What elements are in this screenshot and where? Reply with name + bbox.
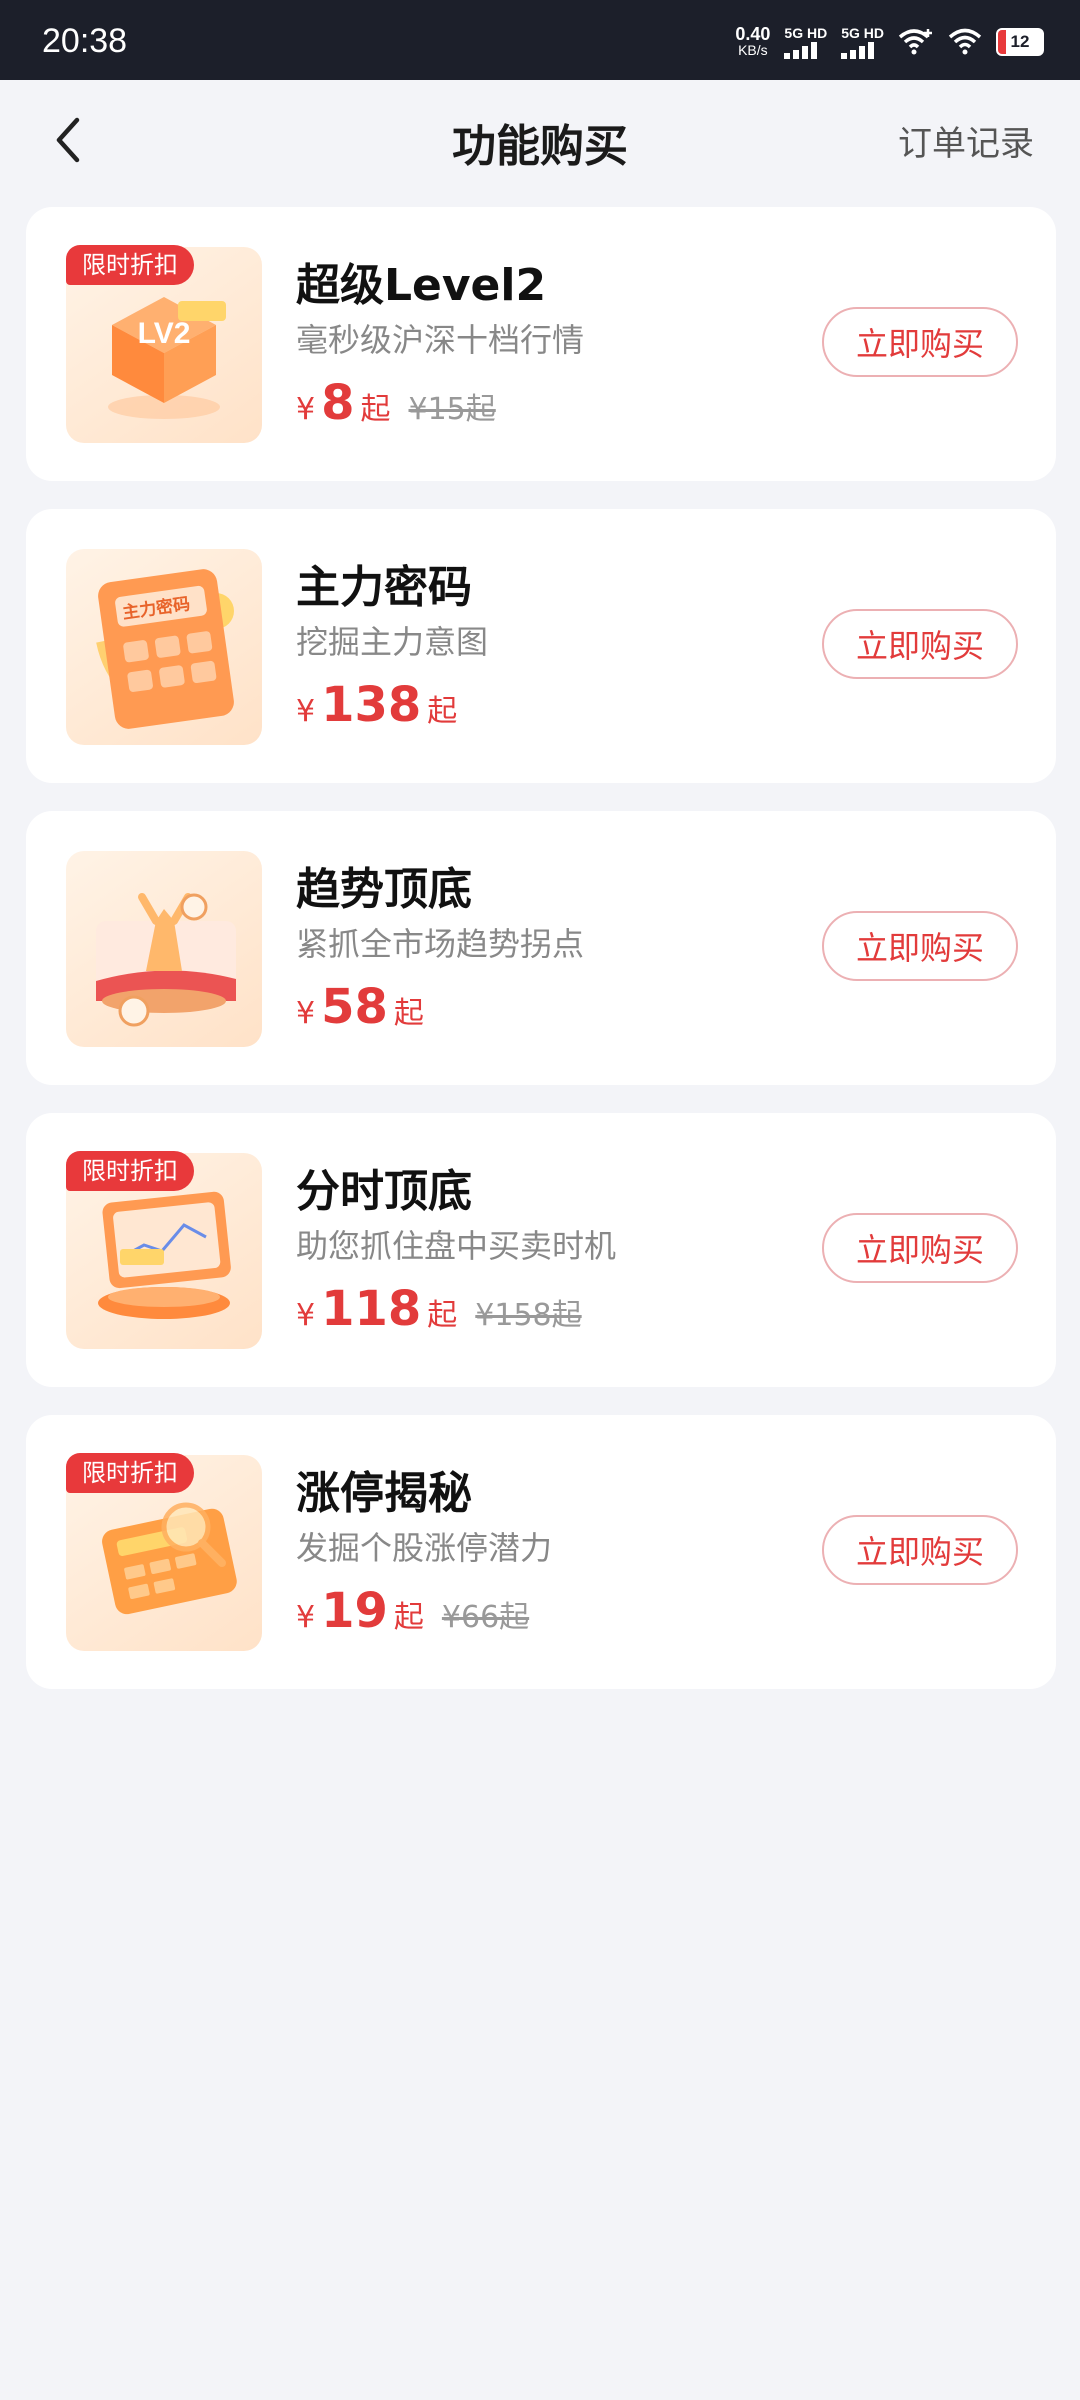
- discount-badge: 限时折扣: [66, 245, 194, 285]
- price-currency: ¥: [296, 694, 316, 729]
- product-card-intraday: 限时折扣 分时顶底 助您抓住盘中买卖时机 ¥ 118 起 ¥158起 立即购买: [26, 1113, 1056, 1387]
- status-time: 20:38: [42, 22, 128, 60]
- price-currency: ¥: [296, 1600, 316, 1635]
- price-unit: 起: [427, 694, 458, 729]
- product-card-limit-up: 限时折扣 涨停揭秘 发掘个股涨停潜力 ¥ 19 起 ¥66起 立即购买: [26, 1415, 1056, 1689]
- price-unit: 起: [393, 1600, 424, 1635]
- price-row: ¥ 58 起: [296, 979, 424, 1035]
- wifi-plus-icon: [898, 29, 932, 55]
- original-price: ¥158起: [475, 1298, 582, 1333]
- price-row: ¥ 118 起 ¥158起: [296, 1281, 582, 1337]
- price-row: ¥ 8 起 ¥15起: [296, 375, 496, 431]
- product-name: 超级Level2: [296, 260, 547, 311]
- price-value: 138: [321, 677, 422, 733]
- product-desc: 毫秒级沪深十档行情: [296, 321, 585, 359]
- buy-now-button[interactable]: 立即购买: [822, 1213, 1018, 1283]
- product-card-trend: 趋势顶底 紧抓全市场趋势拐点 ¥ 58 起 立即购买: [26, 811, 1056, 1085]
- wifi-icon: [948, 28, 982, 55]
- sim2-signal-icon: 5G HD: [841, 25, 884, 59]
- status-bar: 20:38 0.40 KB/s 5G HD 5G HD 12: [0, 0, 1080, 80]
- price-currency: ¥: [296, 392, 316, 427]
- status-icons: 0.40 KB/s 5G HD 5G HD 12: [735, 22, 1044, 62]
- product-name: 趋势顶底: [296, 864, 472, 915]
- svg-text:LV2: LV2: [138, 317, 191, 350]
- price-value: 8: [321, 375, 355, 431]
- original-price: ¥15起: [408, 392, 496, 427]
- price-value: 19: [321, 1583, 388, 1639]
- product-name: 涨停揭秘: [296, 1468, 472, 1519]
- battery-icon: 12: [996, 28, 1044, 56]
- price-unit: 起: [427, 1298, 458, 1333]
- product-name: 分时顶底: [296, 1166, 472, 1217]
- buy-now-button[interactable]: 立即购买: [822, 911, 1018, 981]
- product-card-level2: LV2 限时折扣 超级Level2 毫秒级沪深十档行情 ¥ 8 起 ¥15起 立…: [26, 207, 1056, 481]
- net-speed-value: 0.40: [735, 24, 771, 44]
- product-desc: 助您抓住盘中买卖时机: [296, 1227, 617, 1265]
- product-desc: 发掘个股涨停潜力: [296, 1529, 553, 1567]
- order-records-link[interactable]: 订单记录: [898, 116, 1034, 165]
- buy-now-button[interactable]: 立即购买: [822, 609, 1018, 679]
- trend-bull-icon: [66, 851, 262, 1047]
- discount-badge: 限时折扣: [66, 1151, 194, 1191]
- price-currency: ¥: [296, 996, 316, 1031]
- price-unit: 起: [360, 392, 391, 427]
- buy-now-button[interactable]: 立即购买: [822, 1515, 1018, 1585]
- price-value: 118: [321, 1281, 422, 1337]
- sim1-label: 5G HD: [784, 25, 828, 41]
- price-unit: 起: [393, 996, 424, 1031]
- product-name: 主力密码: [296, 562, 472, 613]
- discount-badge: 限时折扣: [66, 1453, 194, 1493]
- price-row: ¥ 19 起 ¥66起: [296, 1583, 529, 1639]
- price-currency: ¥: [296, 1298, 316, 1333]
- price-value: 58: [321, 979, 388, 1035]
- product-desc: 挖掘主力意图: [296, 623, 489, 661]
- price-row: ¥ 138 起: [296, 677, 457, 733]
- original-price: ¥66起: [441, 1600, 530, 1635]
- net-speed-unit: KB/s: [738, 42, 768, 58]
- sim2-label: 5G HD: [841, 25, 884, 41]
- buy-now-button[interactable]: 立即购买: [822, 307, 1018, 377]
- battery-level: 12: [1010, 32, 1030, 51]
- sim1-signal-icon: 5G HD: [784, 25, 827, 59]
- product-desc: 紧抓全市场趋势拐点: [296, 925, 585, 963]
- nav-header: 功能购买 订单记录: [0, 80, 1080, 200]
- net-speed: 0.40 KB/s: [735, 24, 771, 58]
- calculator-icon: 主力密码: [66, 549, 262, 745]
- product-card-main-force: 主力密码 主力密码 挖掘主力意图 ¥ 138 起 立即购买: [26, 509, 1056, 783]
